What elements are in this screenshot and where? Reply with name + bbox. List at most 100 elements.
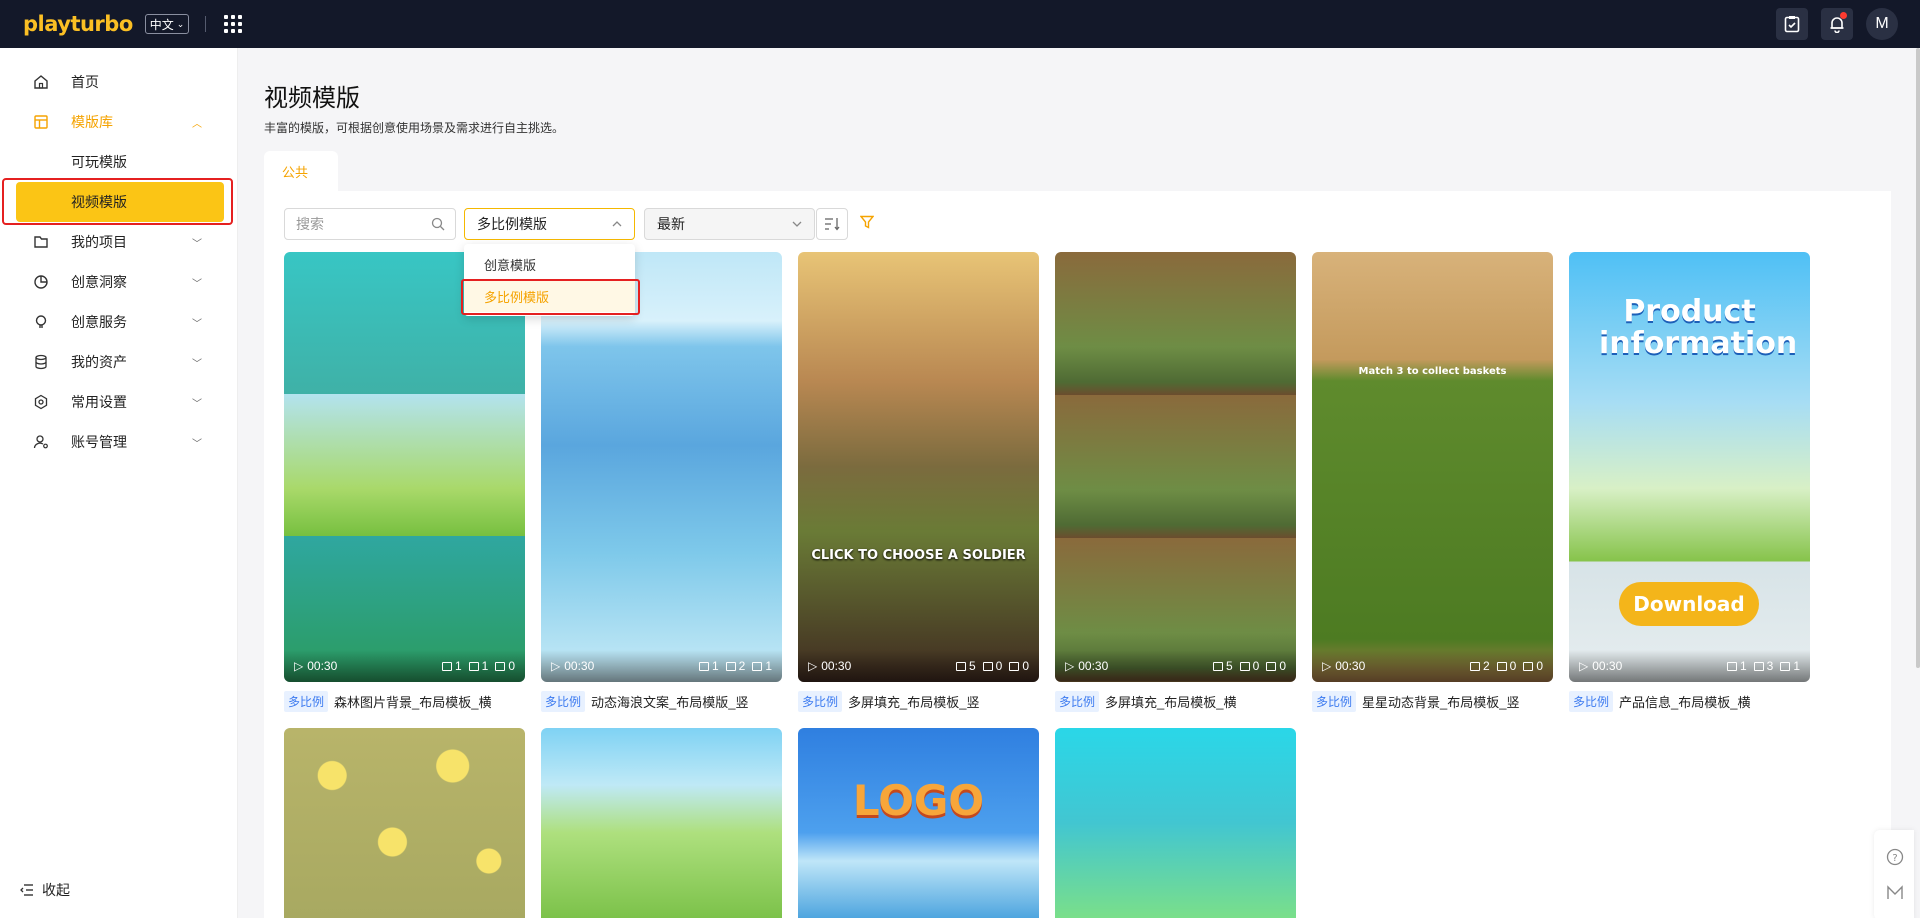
avatar[interactable]: M bbox=[1866, 8, 1898, 40]
search-icon bbox=[431, 217, 445, 231]
sort-order-button[interactable] bbox=[816, 208, 848, 240]
template-thumbnail[interactable] bbox=[284, 728, 525, 918]
apps-grid-icon[interactable] bbox=[224, 15, 243, 33]
scrollbar[interactable] bbox=[1916, 48, 1920, 668]
ratio-tag: 多比例 bbox=[284, 690, 329, 712]
text-count-icon bbox=[1780, 661, 1791, 671]
sidebar-item-services[interactable]: 创意服务 ﹀ bbox=[0, 302, 238, 342]
text-count-icon bbox=[1266, 661, 1277, 671]
sidebar-item-label: 账号管理 bbox=[71, 434, 127, 450]
sidebar-item-label: 我的项目 bbox=[71, 234, 127, 250]
thumbnail-overlay-text: LOGO bbox=[852, 776, 985, 825]
duration: ▷ 00:30 bbox=[294, 659, 338, 673]
chevron-down-icon: ﹀ bbox=[192, 318, 202, 330]
sidebar-item-label: 我的资产 bbox=[71, 354, 127, 370]
filter-icon[interactable] bbox=[860, 215, 874, 229]
chevron-up-icon bbox=[612, 221, 622, 227]
card-title: 多比例 多屏填充_布局模板_竖 bbox=[798, 690, 1058, 712]
asset-counts: 1 1 0 bbox=[441, 659, 515, 673]
sidebar-item-home[interactable]: 首页 bbox=[0, 62, 238, 102]
sidebar-item-label: 模版库 bbox=[71, 114, 113, 130]
sidebar-item-account[interactable]: 账号管理 ﹀ bbox=[0, 422, 238, 462]
play-icon: ▷ bbox=[808, 659, 818, 673]
card-title: 多比例 多屏填充_布局模板_横 bbox=[1055, 690, 1315, 712]
template-thumbnail[interactable]: ▷ 00:30 5 0 0 bbox=[1055, 252, 1296, 682]
language-label: 中文 bbox=[149, 17, 174, 32]
user-settings-icon bbox=[32, 433, 50, 451]
svg-text:?: ? bbox=[1892, 853, 1897, 864]
sidebar-item-insights[interactable]: 创意洞察 ﹀ bbox=[0, 262, 238, 302]
template-thumbnail[interactable] bbox=[541, 728, 782, 918]
play-icon: ▷ bbox=[551, 659, 561, 673]
page-subtitle: 丰富的模版，可根据创意使用场景及需求进行自主挑选。 bbox=[264, 121, 565, 135]
chevron-up-icon: ︿ bbox=[192, 118, 202, 130]
help-widget[interactable]: ? bbox=[1874, 830, 1914, 918]
asset-counts: 2 0 0 bbox=[1469, 659, 1543, 673]
template-thumbnail[interactable] bbox=[1055, 728, 1296, 918]
template-thumbnail[interactable]: ▷ 00:30 1 1 0 bbox=[284, 252, 525, 682]
card-title: 多比例 产品信息_布局模板_横 bbox=[1569, 690, 1829, 712]
notifications-button[interactable] bbox=[1821, 8, 1853, 40]
tab-public[interactable]: 公共 bbox=[264, 151, 338, 191]
highlight-box bbox=[2, 178, 233, 225]
card-title: 多比例 森林图片背景_布局模板_横 bbox=[284, 690, 544, 712]
text-count-icon bbox=[1009, 661, 1020, 671]
video-count-icon bbox=[1726, 661, 1737, 671]
video-count-icon bbox=[955, 661, 966, 671]
sidebar-item-settings[interactable]: 常用设置 ﹀ bbox=[0, 382, 238, 422]
chevron-down-icon: ﹀ bbox=[192, 398, 202, 410]
collapse-sidebar-button[interactable]: 收起 bbox=[20, 880, 70, 900]
text-count-icon bbox=[495, 661, 506, 671]
folder-icon bbox=[32, 233, 50, 251]
dropdown-option-creative[interactable]: 创意模版 bbox=[464, 248, 635, 280]
duration: ▷ 00:30 bbox=[1065, 659, 1109, 673]
sidebar-item-projects[interactable]: 我的项目 ﹀ bbox=[0, 222, 238, 262]
playturbo-logo[interactable]: playturbo bbox=[23, 12, 133, 36]
template-thumbnail[interactable]: Match 3 to collect baskets ▷ 00:30 2 0 0 bbox=[1312, 252, 1553, 682]
image-count-icon bbox=[1239, 661, 1250, 671]
play-icon: ▷ bbox=[1065, 659, 1075, 673]
sidebar-item-template-library[interactable]: 模版库 ︿ bbox=[0, 102, 238, 142]
notification-dot bbox=[1840, 12, 1847, 19]
help-icon: ? bbox=[1886, 848, 1904, 866]
thumbnail-overlay-text: CLICK TO CHOOSE A SOLDIER bbox=[811, 548, 1026, 563]
template-thumbnail[interactable]: Product information Download ▷ 00:30 1 3 … bbox=[1569, 252, 1810, 682]
highlight-box bbox=[461, 279, 640, 315]
collapse-label: 收起 bbox=[42, 882, 70, 898]
sidebar-item-label: 常用设置 bbox=[71, 394, 127, 410]
layout-icon bbox=[32, 113, 50, 131]
template-thumbnail[interactable]: LOGO bbox=[798, 728, 1039, 918]
task-clipboard-button[interactable] bbox=[1776, 8, 1808, 40]
asset-counts: 5 0 0 bbox=[955, 659, 1029, 673]
play-icon: ▷ bbox=[294, 659, 304, 673]
chevron-down-icon: ﹀ bbox=[192, 438, 202, 450]
template-type-select[interactable]: 多比例模版 bbox=[464, 208, 635, 240]
image-count-icon bbox=[725, 661, 736, 671]
ratio-tag: 多比例 bbox=[1569, 690, 1614, 712]
template-thumbnail[interactable]: CLICK TO CHOOSE A SOLDIER ▷ 00:30 5 0 0 bbox=[798, 252, 1039, 682]
home-icon bbox=[32, 73, 50, 91]
sort-select[interactable]: 最新 bbox=[644, 208, 815, 240]
ratio-tag: 多比例 bbox=[1055, 690, 1100, 712]
sidebar-subitem-playable[interactable]: 可玩模版 bbox=[0, 142, 238, 182]
ratio-tag: 多比例 bbox=[798, 690, 843, 712]
duration: ▷ 00:30 bbox=[808, 659, 852, 673]
video-count-icon bbox=[441, 661, 452, 671]
asset-counts: 1 3 1 bbox=[1726, 659, 1800, 673]
page-title: 视频模版 bbox=[264, 85, 360, 112]
main-content: 视频模版 丰富的模版，可根据创意使用场景及需求进行自主挑选。 公共 多比例模版 … bbox=[239, 48, 1920, 918]
sort-value: 最新 bbox=[657, 216, 685, 232]
lightbulb-icon bbox=[32, 313, 50, 331]
ratio-tag: 多比例 bbox=[541, 690, 586, 712]
sidebar-item-label: 首页 bbox=[71, 74, 99, 90]
search-box[interactable] bbox=[284, 208, 456, 240]
sidebar-item-assets[interactable]: 我的资产 ﹀ bbox=[0, 342, 238, 382]
video-count-icon bbox=[1212, 661, 1223, 671]
template-thumbnail[interactable]: ▷ 00:30 1 2 1 bbox=[541, 252, 782, 682]
download-overlay: Download bbox=[1619, 582, 1759, 626]
search-input[interactable] bbox=[285, 209, 415, 239]
video-count-icon bbox=[698, 661, 709, 671]
language-switcher[interactable]: 中文 ⌄ bbox=[144, 14, 190, 34]
video-count-icon bbox=[1469, 661, 1480, 671]
play-icon: ▷ bbox=[1322, 659, 1332, 673]
